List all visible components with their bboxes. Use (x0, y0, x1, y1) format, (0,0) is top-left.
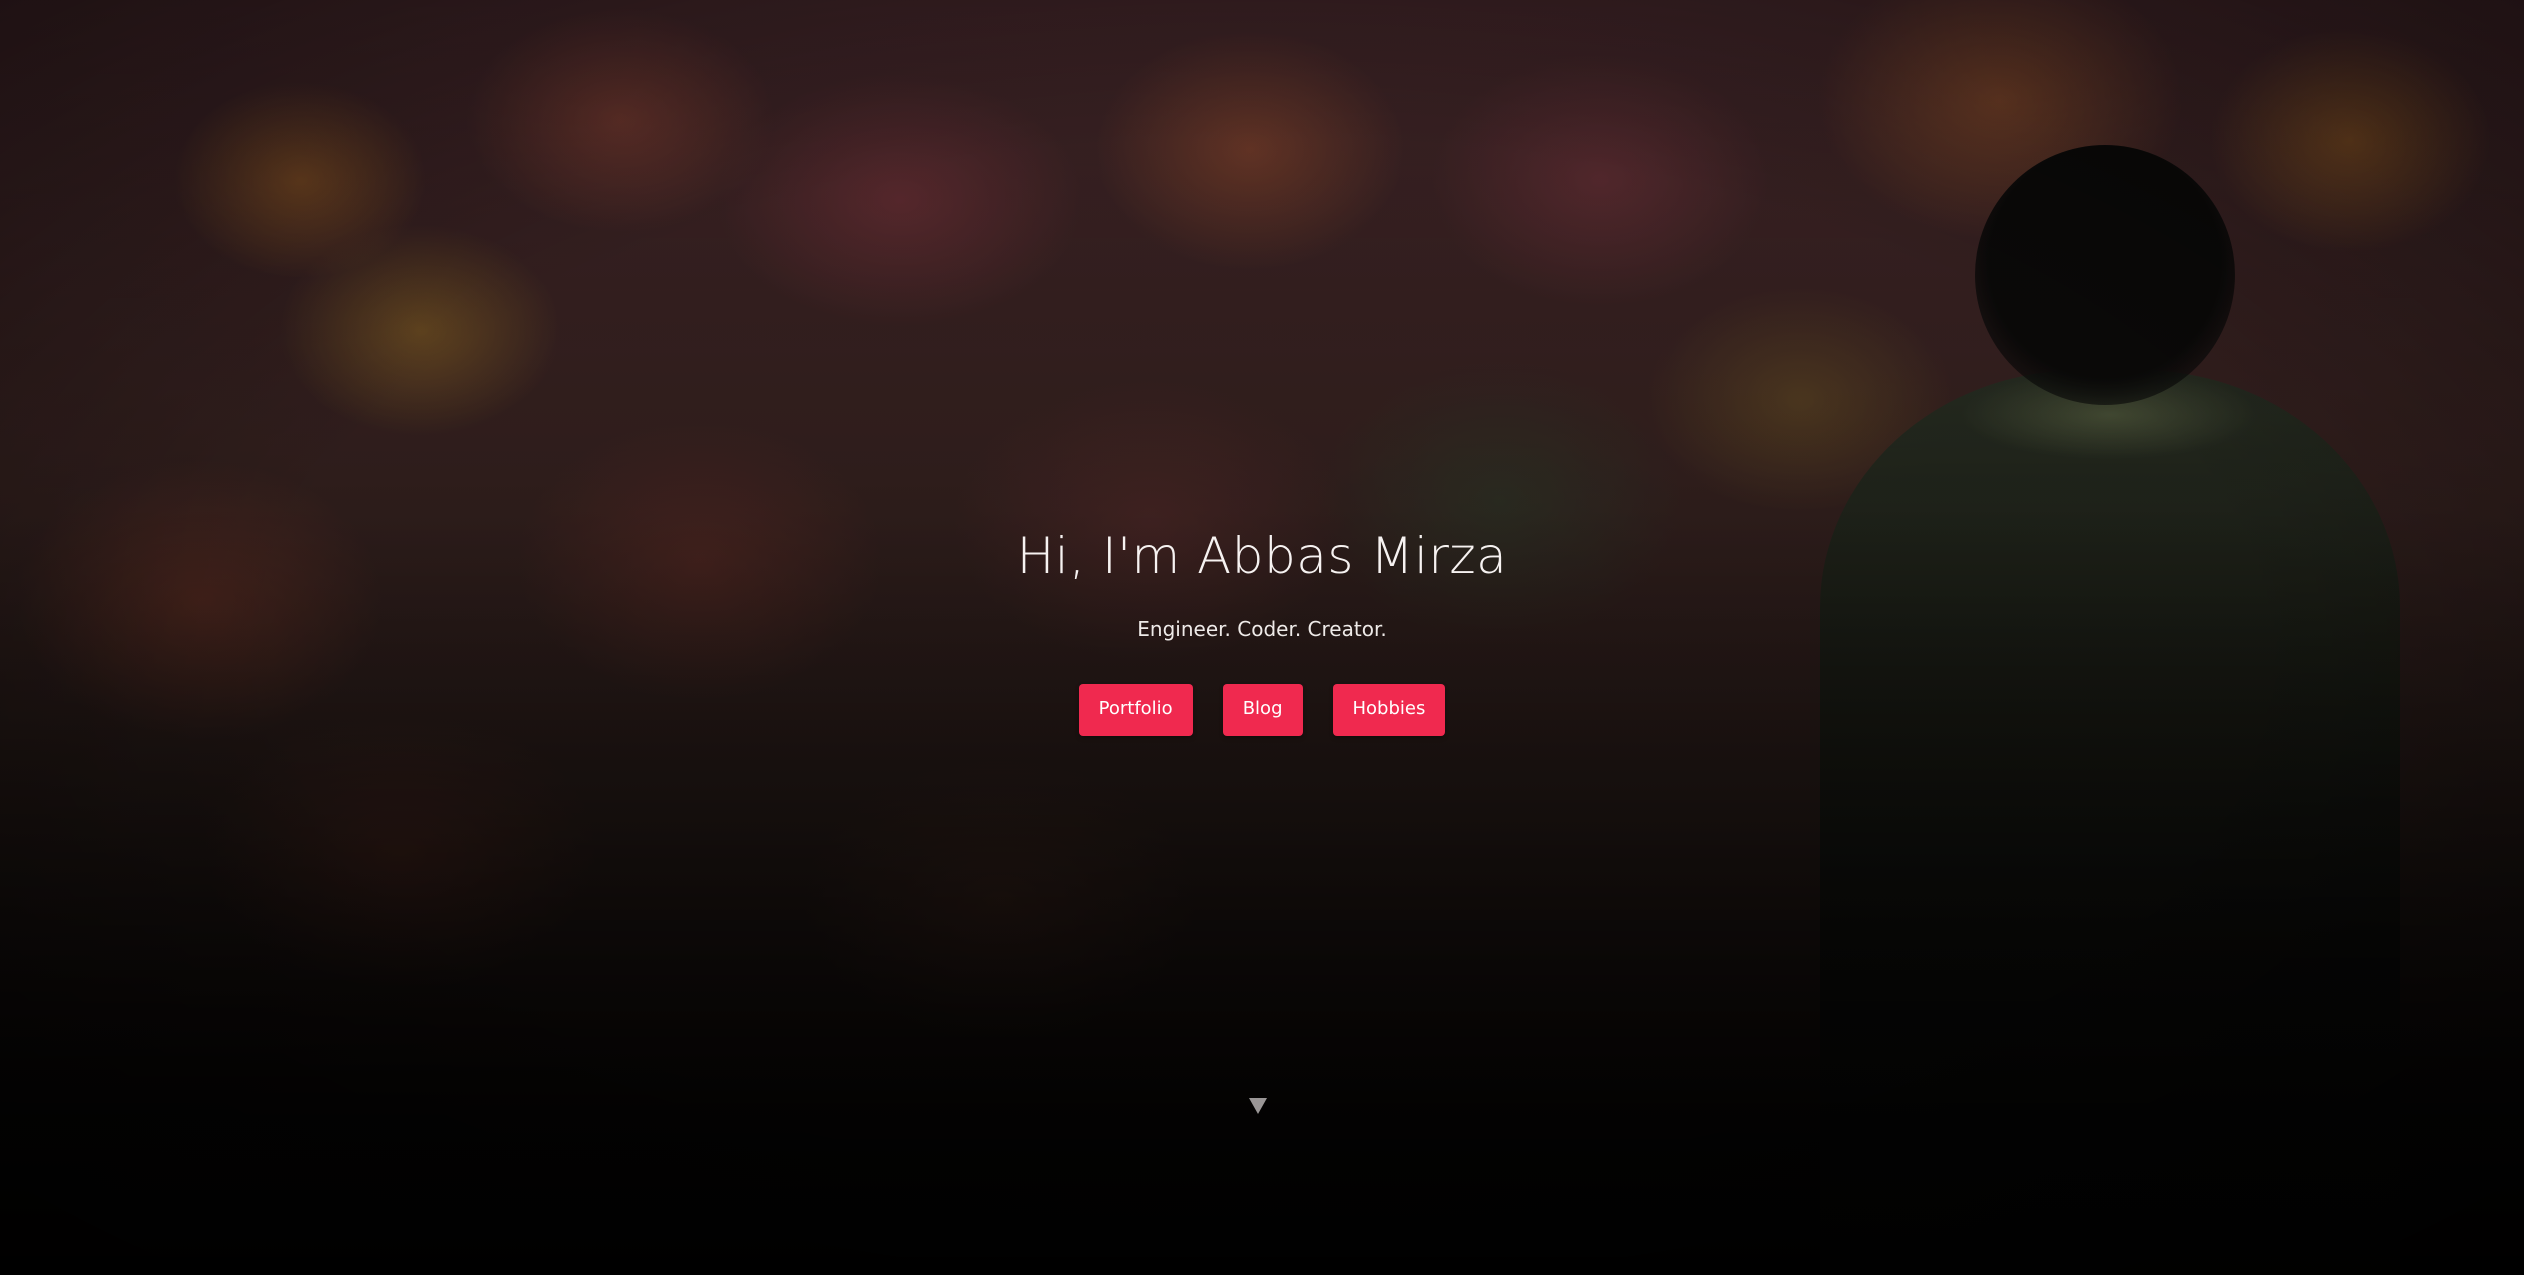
page-title: Hi, I'm Abbas Mirza (1016, 527, 1508, 585)
hobbies-button[interactable]: Hobbies (1332, 684, 1446, 736)
blog-button[interactable]: Blog (1222, 684, 1303, 736)
hero-buttons: Portfolio Blog Hobbies (0, 684, 2524, 736)
tagline: Engineer. Coder. Creator. (1137, 617, 1387, 641)
hero-content: Hi, I'm Abbas Mirza Engineer. Coder. Cre… (0, 520, 2524, 736)
triangle-down-icon[interactable] (1247, 1094, 1269, 1116)
portfolio-button[interactable]: Portfolio (1078, 684, 1193, 736)
hero-section: Hi, I'm Abbas Mirza Engineer. Coder. Cre… (0, 0, 2524, 1275)
